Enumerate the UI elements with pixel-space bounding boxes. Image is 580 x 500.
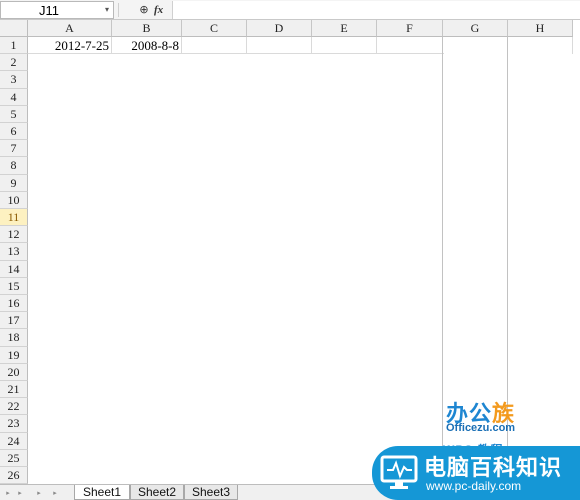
- cell-a1[interactable]: 2012-7-25: [28, 37, 112, 54]
- row-header-15[interactable]: 15: [0, 277, 28, 295]
- officezu-url: Officezu.com: [446, 422, 516, 434]
- first-sheet-icon[interactable]: ▸: [3, 487, 13, 499]
- officezu-watermark: 办公族 Officezu.com: [440, 396, 540, 440]
- row-header-7[interactable]: 7: [0, 140, 28, 158]
- column-header-g[interactable]: G: [443, 20, 508, 37]
- pc-daily-watermark: 电脑百科知识 www.pc-daily.com: [372, 446, 580, 500]
- row-header-4[interactable]: 4: [0, 88, 28, 106]
- row-header-26[interactable]: 26: [0, 467, 28, 484]
- column-header-h[interactable]: H: [508, 20, 573, 37]
- row-header-12[interactable]: 12: [0, 226, 28, 244]
- row-header-10[interactable]: 10: [0, 191, 28, 209]
- gridline-d: [311, 37, 312, 54]
- row-header-25[interactable]: 25: [0, 449, 28, 467]
- row-header-18[interactable]: 18: [0, 329, 28, 347]
- row-header-6[interactable]: 6: [0, 123, 28, 141]
- pc-daily-url: www.pc-daily.com: [426, 479, 522, 493]
- name-box[interactable]: J11 ▾: [0, 1, 114, 19]
- row-header-23[interactable]: 23: [0, 415, 28, 433]
- formula-bar: J11 ▾ ⊕ fx: [0, 0, 580, 20]
- row-header-16[interactable]: 16: [0, 295, 28, 313]
- zoom-icon[interactable]: ⊕: [137, 2, 151, 18]
- row-header-3[interactable]: 3: [0, 71, 28, 89]
- column-header-a[interactable]: A: [28, 20, 112, 37]
- gridline-e: [376, 37, 377, 54]
- row-header-17[interactable]: 17: [0, 312, 28, 330]
- sheet-tab-sheet2[interactable]: Sheet2: [130, 485, 184, 500]
- gridline-c: [246, 37, 247, 54]
- pc-daily-title: 电脑百科知识: [424, 456, 563, 481]
- row-header-19[interactable]: 19: [0, 346, 28, 364]
- next-sheet-icon[interactable]: ▸: [34, 487, 44, 499]
- sheet-tab-sheet3[interactable]: Sheet3: [184, 485, 238, 500]
- row-header-1[interactable]: 1: [0, 37, 28, 55]
- column-header-b[interactable]: B: [112, 20, 182, 37]
- insert-function-icon[interactable]: fx: [154, 2, 170, 18]
- row-header-22[interactable]: 22: [0, 398, 28, 416]
- column-header-e[interactable]: E: [312, 20, 377, 37]
- column-header-d[interactable]: D: [247, 20, 312, 37]
- formula-bar-separator: [118, 3, 119, 17]
- last-sheet-icon[interactable]: ▸: [50, 487, 60, 499]
- monitor-icon: [380, 455, 418, 489]
- formula-input[interactable]: [172, 1, 580, 19]
- sheet-tab-sheet1[interactable]: Sheet1: [74, 485, 130, 500]
- row-header-24[interactable]: 24: [0, 432, 28, 450]
- row-header-21[interactable]: 21: [0, 381, 28, 399]
- chevron-down-icon[interactable]: ▾: [105, 5, 109, 14]
- row-header-13[interactable]: 13: [0, 243, 28, 261]
- column-header-f[interactable]: F: [377, 20, 443, 37]
- cell-b1[interactable]: 2008-8-8: [112, 37, 182, 54]
- row-header-9[interactable]: 9: [0, 174, 28, 192]
- gridline-h: [572, 37, 573, 54]
- row-header-20[interactable]: 20: [0, 363, 28, 381]
- row-header-8[interactable]: 8: [0, 157, 28, 175]
- name-box-value: J11: [39, 3, 59, 18]
- select-all-corner[interactable]: [0, 20, 28, 37]
- row-header-14[interactable]: 14: [0, 260, 28, 278]
- row-header-2[interactable]: 2: [0, 54, 28, 72]
- row-header-11[interactable]: 11: [0, 209, 28, 227]
- row-header-5[interactable]: 5: [0, 105, 28, 123]
- column-header-c[interactable]: C: [182, 20, 247, 37]
- prev-sheet-icon[interactable]: ▸: [15, 487, 25, 499]
